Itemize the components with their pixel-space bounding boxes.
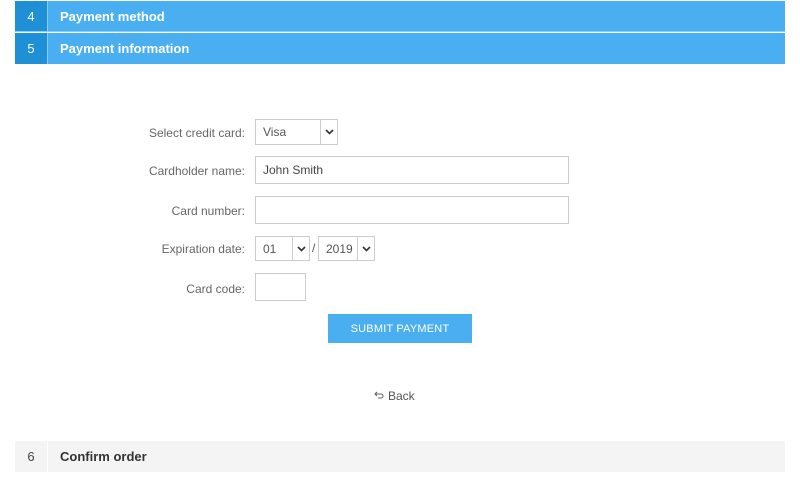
card-code-input[interactable]: [255, 273, 306, 301]
card-number-input[interactable]: [255, 196, 569, 224]
submit-payment-button[interactable]: SUBMIT PAYMENT: [328, 314, 472, 343]
expiration-month-value: 01: [263, 241, 277, 256]
back-label: Back: [388, 389, 415, 403]
card-type-label: Select credit card:: [148, 126, 245, 140]
step-number: 5: [15, 33, 48, 64]
step-title: Payment method: [60, 8, 165, 24]
expiration-month-select[interactable]: 01: [255, 236, 310, 261]
step-number: 6: [15, 441, 48, 472]
checkout-page: 4 Payment method 5 Payment information S…: [0, 0, 800, 488]
chevron-down-icon: [320, 120, 337, 144]
step-payment-information[interactable]: 5 Payment information: [15, 33, 785, 64]
expiration-year-select[interactable]: 2019: [318, 236, 375, 261]
cardholder-name-value: John Smith: [263, 163, 324, 177]
cardholder-name-input[interactable]: John Smith: [255, 156, 569, 184]
step-title: Confirm order: [60, 449, 147, 464]
card-number-label: Card number:: [171, 204, 245, 218]
chevron-down-icon: [292, 237, 309, 260]
card-code-label: Card code:: [186, 282, 245, 296]
back-arrow-icon: [374, 390, 384, 402]
back-link[interactable]: Back: [374, 389, 415, 403]
step-number: 4: [15, 1, 48, 31]
chevron-down-icon: [357, 237, 374, 260]
expiration-date-label: Expiration date:: [161, 242, 245, 256]
card-type-value: Visa: [263, 125, 287, 139]
step-payment-method[interactable]: 4 Payment method: [15, 1, 785, 32]
step-confirm-order[interactable]: 6 Confirm order: [15, 441, 785, 472]
step-title: Payment information: [60, 41, 190, 56]
expiration-separator: /: [312, 241, 316, 255]
cardholder-name-label: Cardholder name:: [148, 164, 245, 178]
expiration-year-value: 2019: [326, 241, 353, 256]
card-type-select[interactable]: Visa: [255, 119, 338, 145]
